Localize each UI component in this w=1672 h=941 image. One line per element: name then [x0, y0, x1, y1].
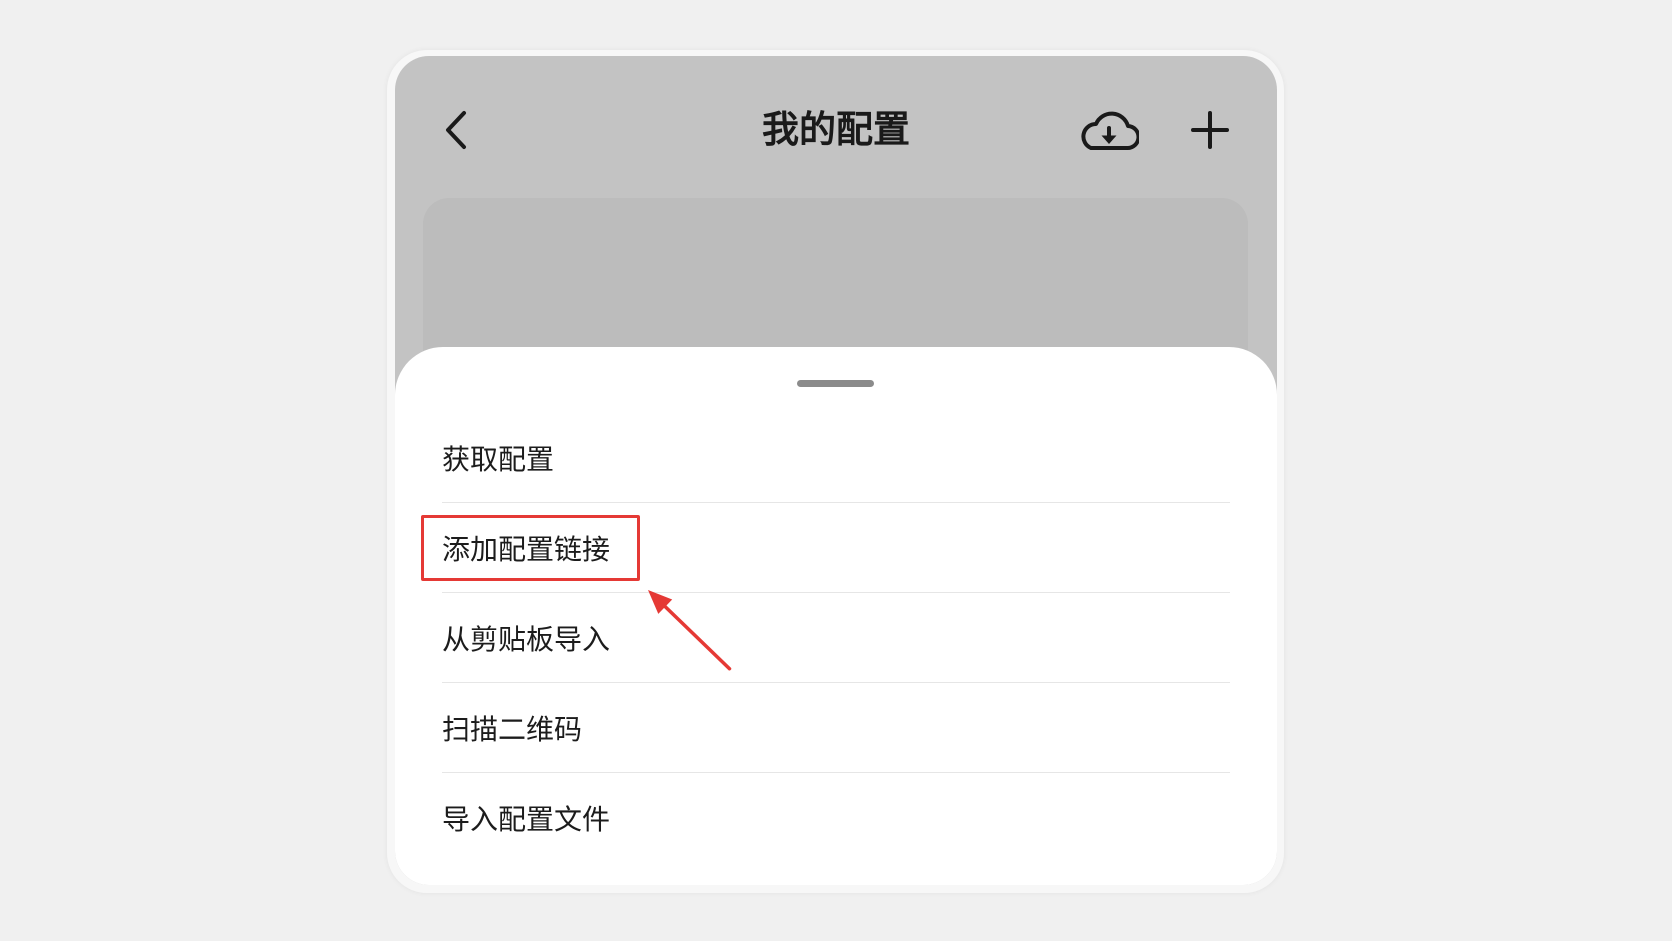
menu-item-scan-qr[interactable]: 扫描二维码	[442, 683, 1230, 773]
menu-item-add-config-link[interactable]: 添加配置链接	[442, 503, 1230, 593]
menu-item-import-file[interactable]: 导入配置文件	[442, 773, 1230, 863]
plus-icon	[1191, 111, 1229, 149]
action-menu: 获取配置 添加配置链接 从剪贴板导入 扫描二维码 导入配置文件	[442, 413, 1230, 863]
app-screen: 我的配置 获取配置 添加配置链接 从剪贴板导入 扫描二维码 导入配置文件	[395, 56, 1277, 885]
menu-item-label: 扫描二维码	[442, 713, 583, 745]
menu-item-label: 导入配置文件	[442, 804, 611, 835]
menu-item-label: 获取配置	[442, 443, 555, 475]
menu-item-fetch-config[interactable]: 获取配置	[442, 413, 1230, 503]
cloud-download-button[interactable]	[1077, 104, 1141, 156]
sheet-drag-handle[interactable]	[797, 380, 874, 387]
menu-item-label: 从剪贴板导入	[442, 623, 611, 655]
add-config-button[interactable]	[1187, 107, 1233, 153]
menu-item-label: 添加配置链接	[442, 533, 611, 565]
page-title: 我的配置	[762, 109, 910, 150]
action-bottom-sheet: 获取配置 添加配置链接 从剪贴板导入 扫描二维码 导入配置文件	[395, 347, 1277, 885]
menu-item-import-clipboard[interactable]: 从剪贴板导入	[442, 593, 1230, 683]
cloud-download-icon	[1081, 111, 1139, 150]
